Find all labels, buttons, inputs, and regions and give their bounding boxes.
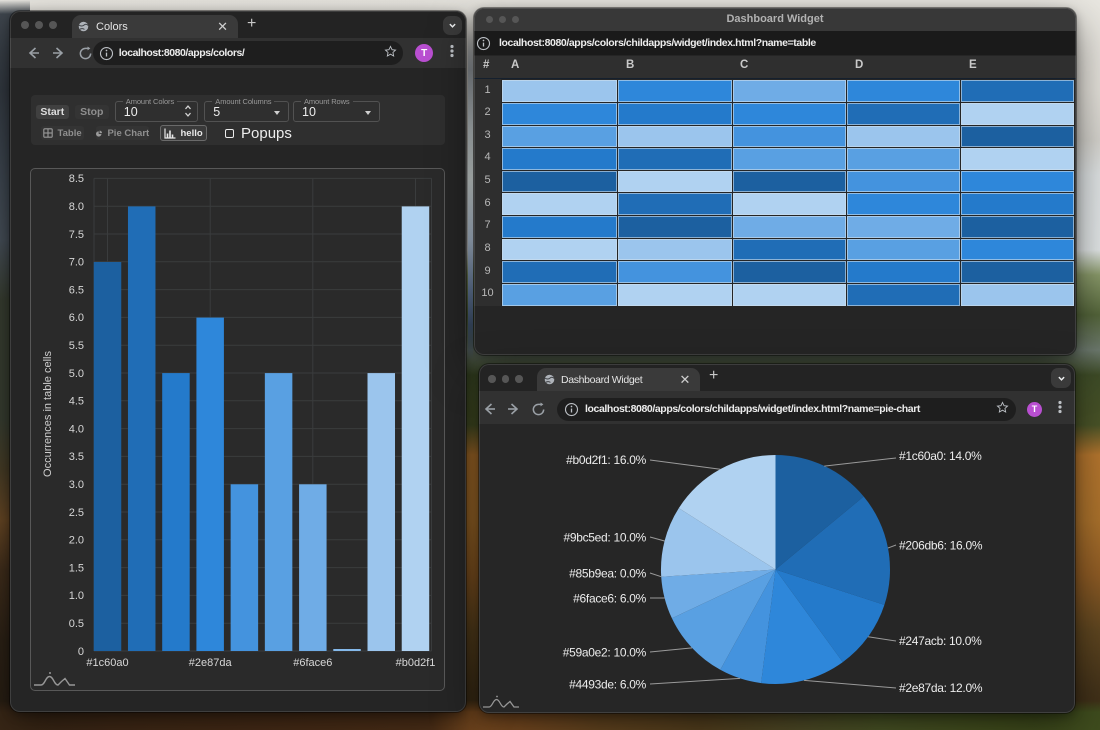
- svg-text:7.5: 7.5: [69, 229, 84, 241]
- svg-text:#6face6: #6face6: [293, 657, 332, 669]
- svg-text:5.5: 5.5: [69, 340, 84, 352]
- svg-text:#4493de: 6.0%: #4493de: 6.0%: [569, 678, 646, 692]
- svg-text:6.0: 6.0: [69, 312, 84, 324]
- svg-text:2.5: 2.5: [69, 507, 84, 519]
- svg-text:0.5: 0.5: [69, 618, 84, 630]
- svg-text:1.0: 1.0: [69, 590, 84, 602]
- svg-text:3.0: 3.0: [69, 479, 84, 491]
- svg-text:4.5: 4.5: [69, 396, 84, 408]
- svg-text:#2e87da: #2e87da: [189, 657, 233, 669]
- svg-text:6.5: 6.5: [69, 284, 84, 296]
- svg-text:0: 0: [78, 646, 84, 658]
- svg-text:5.0: 5.0: [69, 368, 84, 380]
- svg-text:8.0: 8.0: [69, 201, 84, 213]
- svg-text:#1c60a0: 14.0%: #1c60a0: 14.0%: [899, 449, 982, 463]
- svg-text:#b0d2f1: 16.0%: #b0d2f1: 16.0%: [566, 453, 647, 467]
- svg-text:2.0: 2.0: [69, 535, 84, 547]
- svg-text:#9bc5ed: 10.0%: #9bc5ed: 10.0%: [563, 530, 646, 544]
- svg-text:#2e87da: 12.0%: #2e87da: 12.0%: [899, 681, 983, 695]
- svg-text:4.0: 4.0: [69, 423, 84, 435]
- svg-text:#206db6: 16.0%: #206db6: 16.0%: [899, 538, 983, 552]
- svg-text:Occurrences in table cells: Occurrences in table cells: [42, 351, 54, 477]
- svg-text:#6face6: 6.0%: #6face6: 6.0%: [573, 592, 646, 606]
- svg-text:#1c60a0: #1c60a0: [86, 657, 128, 669]
- svg-text:3.5: 3.5: [69, 451, 84, 463]
- svg-text:7.0: 7.0: [69, 257, 84, 269]
- svg-text:1.5: 1.5: [69, 562, 84, 574]
- svg-text:#59a0e2: 10.0%: #59a0e2: 10.0%: [563, 645, 647, 659]
- svg-text:8.5: 8.5: [69, 173, 84, 185]
- svg-text:#247acb: 10.0%: #247acb: 10.0%: [899, 634, 982, 648]
- svg-text:#b0d2f1: #b0d2f1: [396, 657, 436, 669]
- svg-text:#85b9ea: 0.0%: #85b9ea: 0.0%: [569, 566, 646, 580]
